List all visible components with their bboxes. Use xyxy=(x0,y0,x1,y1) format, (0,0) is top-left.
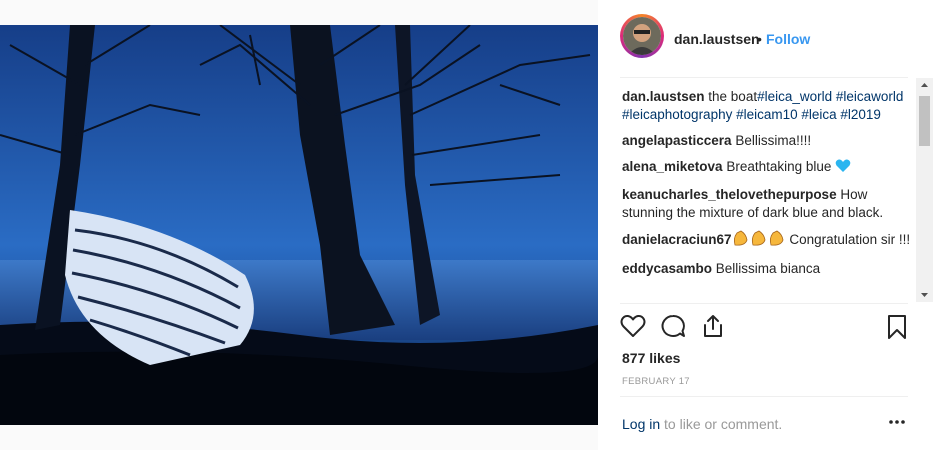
comment-text: Bellissima bianca xyxy=(712,261,821,276)
list-item: angelapasticcera Bellissima!!!! xyxy=(622,132,912,150)
login-prompt-text: to like or comment. xyxy=(660,416,783,432)
comment-text: Congratulation sir !!! xyxy=(785,232,911,247)
comment-author[interactable]: angelapasticcera xyxy=(622,133,732,148)
login-link[interactable]: Log in xyxy=(622,416,660,432)
list-item: eddycasambo Bellissima bianca xyxy=(622,260,912,278)
login-prompt: Log in to like or comment. xyxy=(622,416,782,432)
like-button[interactable] xyxy=(620,314,646,343)
scroll-down-arrow-icon[interactable] xyxy=(916,288,933,302)
comment-text: Bellissima!!!! xyxy=(731,133,812,148)
bookmark-icon xyxy=(888,315,906,339)
likes-count[interactable]: 877 likes xyxy=(622,350,680,366)
list-item: keanucharles_thelovethepurpose How stunn… xyxy=(622,186,912,222)
separator-dot: • xyxy=(757,31,762,47)
caption-text: the boat xyxy=(704,89,758,104)
avatar-image xyxy=(623,17,661,55)
header-divider xyxy=(620,77,908,78)
scroll-up-arrow-icon[interactable] xyxy=(916,78,933,92)
post-author[interactable]: dan.laustsen xyxy=(674,31,760,47)
comment-icon xyxy=(661,314,685,337)
scrollbar-thumb[interactable] xyxy=(919,96,930,146)
more-options-icon xyxy=(889,420,905,424)
comment-author[interactable]: danielacraciun67 xyxy=(622,232,732,247)
share-button[interactable] xyxy=(700,314,726,343)
action-bar xyxy=(620,314,912,344)
caption-author[interactable]: dan.laustsen xyxy=(622,89,705,104)
comments-divider xyxy=(620,303,908,304)
post-header: dan.laustsen • Follow xyxy=(598,0,918,77)
share-icon xyxy=(704,315,722,337)
comment-button[interactable] xyxy=(660,314,686,343)
comments-list: dan.laustsen the boat#leica_world #leica… xyxy=(622,88,912,302)
clapping-hands-emoji xyxy=(732,230,786,252)
comment-author[interactable]: eddycasambo xyxy=(622,261,712,276)
list-item: alena_miketova Breathtaking blue xyxy=(622,158,912,178)
heart-icon xyxy=(620,314,646,337)
footer-divider xyxy=(620,396,908,397)
follow-button[interactable]: Follow xyxy=(766,31,810,47)
post-photo xyxy=(0,25,598,425)
post-sidebar: dan.laustsen • Follow dan.laustsen the b… xyxy=(598,0,933,450)
blue-heart-emoji xyxy=(835,159,851,178)
more-options-button[interactable] xyxy=(888,412,906,437)
caption: dan.laustsen the boat#leica_world #leica… xyxy=(622,88,912,124)
post-date[interactable]: FEBRUARY 17 xyxy=(622,376,690,387)
save-button[interactable] xyxy=(886,314,908,345)
comments-scrollbar[interactable] xyxy=(916,78,933,302)
comment-text: Breathtaking blue xyxy=(722,159,836,174)
comment-author[interactable]: keanucharles_thelovethepurpose xyxy=(622,187,837,202)
avatar[interactable] xyxy=(620,14,664,58)
list-item: danielacraciun67 Congratulation sir !!! xyxy=(622,230,912,252)
comment-author[interactable]: alena_miketova xyxy=(622,159,723,174)
